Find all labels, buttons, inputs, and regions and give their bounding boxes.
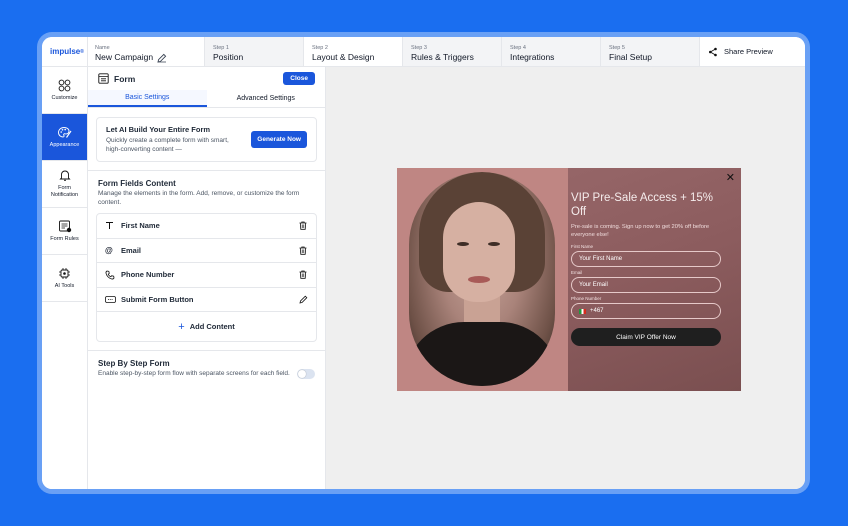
trash-icon[interactable] (298, 221, 308, 230)
close-button[interactable]: Close (283, 72, 315, 85)
form-notification-label: Form Notification (50, 185, 79, 198)
form-icon (98, 73, 109, 84)
field-email[interactable]: @ Email (97, 239, 316, 263)
app-window: impulse ® Name New Campaign Step 1 Positi… (42, 37, 805, 489)
section-desc: Manage the elements in the form. Add, re… (98, 190, 300, 206)
step-by-step-desc: Enable step-by-step form flow with separ… (98, 370, 290, 377)
popup-title: VIP Pre-Sale Access + 15% Off (571, 192, 714, 218)
phone-icon (105, 270, 121, 280)
close-icon[interactable]: ✕ (726, 171, 735, 184)
sidebar-item-form-notification[interactable]: Form Notification (42, 161, 87, 208)
step-by-step-title: Step By Step Form (98, 359, 170, 368)
pencil-icon[interactable] (298, 295, 308, 304)
ai-builder-card: Let AI Build Your Entire Form Quickly cr… (96, 117, 317, 162)
sidebar-item-ai-tools[interactable]: AI Tools (42, 255, 87, 302)
step-by-step-section: Step By Step Form Enable step-by-step fo… (88, 359, 325, 379)
form-settings-panel: Form Close Basic Settings Advanced Setti… (88, 67, 326, 489)
add-content-button[interactable]: + Add Content (97, 312, 316, 341)
model-photo (409, 172, 555, 386)
edit-icon[interactable] (157, 53, 167, 63)
step-4-integrations[interactable]: Step 4 Integrations (502, 37, 601, 66)
rules-icon (58, 220, 72, 233)
step-2-layout-design[interactable]: Step 2 Layout & Design (304, 37, 403, 66)
left-nav: Customize Appearance Form Notification Fo… (42, 67, 88, 489)
text-icon (105, 221, 121, 230)
divider (88, 170, 325, 171)
at-icon: @ (105, 245, 113, 255)
phone-label: Phone Number (571, 296, 602, 301)
button-icon (105, 295, 121, 303)
campaign-name-block[interactable]: Name New Campaign (88, 37, 205, 66)
logo: impulse ® (42, 37, 88, 66)
preview-canvas: ✕ VIP Pre-Sale Access + 15% Off Pre-sale… (326, 67, 805, 489)
generate-now-button[interactable]: Generate Now (251, 131, 307, 148)
name-label: Name (95, 45, 110, 51)
top-bar: impulse ® Name New Campaign Step 1 Positi… (42, 37, 805, 67)
plus-icon: + (178, 320, 185, 333)
trash-icon[interactable] (298, 246, 308, 255)
first-name-input[interactable]: Your First Name (571, 251, 721, 267)
phone-input[interactable]: +467 (571, 303, 721, 319)
section-title: Form Fields Content (98, 179, 176, 188)
popup-desc: Pre-sale is coming. Sign up now to get 2… (571, 224, 710, 238)
trash-icon[interactable] (298, 270, 308, 279)
share-preview-button[interactable]: Share Preview (700, 37, 805, 66)
campaign-name: New Campaign (95, 52, 154, 62)
sidebar-item-form-rules[interactable]: Form Rules (42, 208, 87, 255)
tab-advanced-settings[interactable]: Advanced Settings (207, 90, 326, 107)
form-fields-section: Form Fields Content Manage the elements … (88, 179, 325, 207)
flag-icon[interactable] (579, 308, 586, 314)
field-phone-number[interactable]: Phone Number (97, 263, 316, 288)
share-icon (708, 47, 718, 57)
ai-title: Let AI Build Your Entire Form (106, 125, 211, 134)
sidebar-item-appearance[interactable]: Appearance (42, 114, 87, 161)
step-3-rules-triggers[interactable]: Step 3 Rules & Triggers (403, 37, 502, 66)
field-first-name[interactable]: First Name (97, 214, 316, 239)
step-by-step-toggle[interactable] (297, 369, 315, 379)
panel-title: Form (114, 73, 136, 84)
step-5-final-setup[interactable]: Step 5 Final Setup (601, 37, 700, 66)
field-submit-button[interactable]: Submit Form Button (97, 288, 316, 312)
ai-chip-icon (58, 267, 71, 280)
ai-desc: Quickly create a complete form with smar… (106, 137, 229, 153)
grid-icon (58, 79, 71, 92)
fields-list: First Name @ Email Phone Number Submit F… (96, 213, 317, 342)
email-input[interactable]: Your Email (571, 277, 721, 293)
tab-basic-settings[interactable]: Basic Settings (88, 90, 207, 107)
email-label: Email (571, 270, 583, 275)
first-name-label: First Name (571, 244, 594, 249)
popup-preview: ✕ VIP Pre-Sale Access + 15% Off Pre-sale… (397, 168, 741, 391)
bell-icon (58, 169, 71, 182)
step-1-position[interactable]: Step 1 Position (205, 37, 304, 66)
settings-tabs: Basic Settings Advanced Settings (88, 90, 325, 108)
claim-offer-button[interactable]: Claim VIP Offer Now (571, 328, 721, 346)
popup-content: VIP Pre-Sale Access + 15% Off Pre-sale i… (571, 191, 721, 346)
divider (88, 350, 325, 351)
palette-icon (57, 126, 72, 139)
sidebar-item-customize[interactable]: Customize (42, 67, 87, 114)
